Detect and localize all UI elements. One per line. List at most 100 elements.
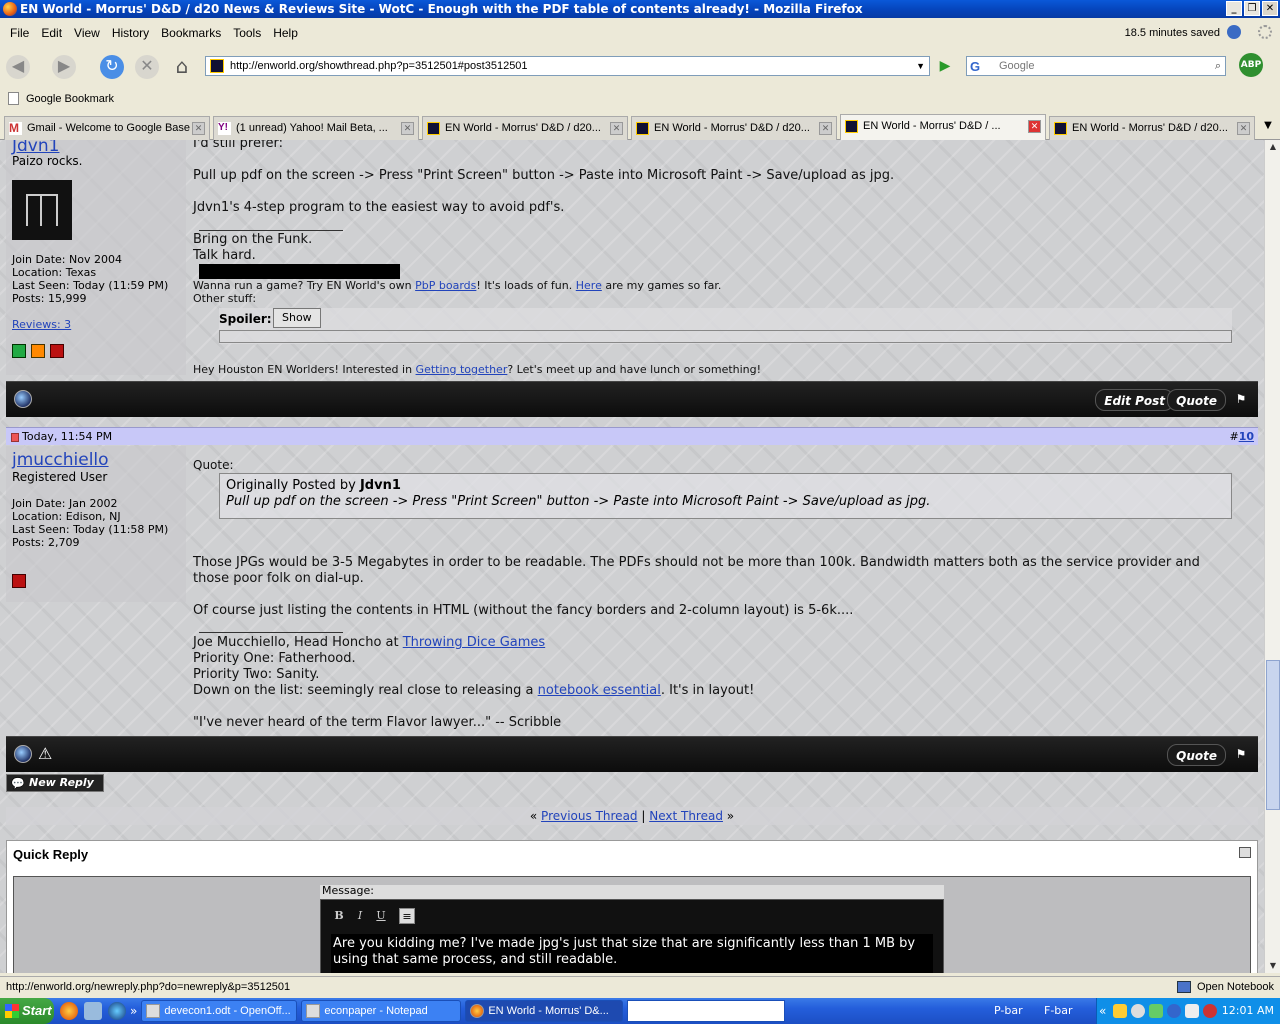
back-arrow-icon[interactable]: ◀ (6, 55, 30, 79)
post2-controls-bar: ⚠ Quote ⚑ (6, 736, 1258, 772)
pbp-boards-link[interactable]: PbP boards (415, 279, 476, 292)
close-tab-icon[interactable]: ✕ (401, 122, 414, 135)
post1-user-title: Paizo rocks. (12, 154, 83, 168)
tab-gmail[interactable]: M Gmail - Welcome to Google Base ✕ (4, 116, 210, 140)
enworld-icon (1054, 122, 1067, 135)
tab-enworld-active[interactable]: EN World - Morrus' D&D / ... ✕ (840, 114, 1046, 140)
tab-enworld-1[interactable]: EN World - Morrus' D&D / d20... ✕ (422, 116, 628, 140)
task-firefox[interactable]: EN World - Morrus' D&... (465, 1000, 624, 1022)
spoiler-show-button[interactable]: Show (273, 308, 321, 328)
go-arrow-icon[interactable]: ▶ (934, 56, 956, 76)
tray-expand-icon[interactable]: « (1099, 1004, 1106, 1018)
start-button[interactable]: Start (0, 998, 54, 1024)
search-input[interactable]: G Google ⌕ (966, 56, 1226, 76)
reload-icon[interactable]: ↻ (100, 55, 124, 79)
report-warning-icon[interactable]: ⚠ (38, 745, 56, 763)
vertical-scrollbar[interactable]: ▲ ▼ (1264, 140, 1280, 973)
scroll-up-icon[interactable]: ▲ (1266, 140, 1280, 154)
sig-line: Priority One: Fatherhood. (193, 651, 356, 666)
menu-history[interactable]: History (106, 26, 155, 40)
task-openoffice[interactable]: devecon1.odt - OpenOff... (141, 1000, 298, 1022)
italic-icon[interactable]: I (352, 908, 368, 924)
getting-together-link[interactable]: Getting together (416, 363, 508, 376)
close-tab-icon[interactable]: ✕ (1237, 122, 1250, 135)
url-bar[interactable]: http://enworld.org/showthread.php?p=3512… (205, 56, 930, 76)
taskbar-input[interactable] (627, 1000, 786, 1022)
restore-button[interactable]: ❐ (1244, 1, 1260, 16)
firefox-icon (3, 2, 17, 16)
menu-tools[interactable]: Tools (227, 26, 267, 40)
globe-icon[interactable] (14, 745, 32, 763)
tab-enworld-4[interactable]: EN World - Morrus' D&D / d20... ✕ (1049, 116, 1255, 140)
edit-post-button[interactable]: Edit Post (1095, 389, 1174, 411)
scroll-thumb[interactable] (1266, 660, 1280, 810)
menu-file[interactable]: File (4, 26, 35, 40)
task-notepad[interactable]: econpaper - Notepad (301, 1000, 462, 1022)
home-icon[interactable]: ⌂ (170, 55, 194, 79)
globe-icon[interactable] (14, 390, 32, 408)
app-quicklaunch-icon[interactable] (84, 1002, 102, 1020)
collapse-icon[interactable] (1239, 847, 1251, 858)
pbar-label[interactable]: P-bar (994, 998, 1023, 1024)
close-tab-icon[interactable]: ✕ (610, 122, 623, 135)
quicklaunch-more-icon[interactable]: » (130, 1004, 137, 1018)
next-thread-link[interactable]: Next Thread (649, 809, 723, 823)
menu-help[interactable]: Help (267, 26, 304, 40)
bold-icon[interactable]: B (331, 908, 347, 924)
google-icon[interactable]: G (970, 58, 980, 76)
tray-app-icon[interactable] (1113, 1004, 1127, 1018)
tray-app-icon[interactable] (1131, 1004, 1145, 1018)
timer-icon[interactable] (1227, 25, 1241, 39)
search-icon[interactable]: ⌕ (1215, 57, 1221, 75)
spoiler-content (219, 330, 1232, 343)
notebook-essential-link[interactable]: notebook essential (538, 683, 661, 698)
multiquote-icon[interactable]: ⚑ (1232, 745, 1250, 763)
tab-yahoo-mail[interactable]: Y! (1 unread) Yahoo! Mail Beta, ... ✕ (213, 116, 419, 140)
url-dropdown-icon[interactable]: ▼ (916, 57, 925, 75)
wysiwyg-toggle-icon[interactable]: ≡ (399, 908, 415, 924)
tray-network-icon[interactable] (1149, 1004, 1163, 1018)
sig-line: Joe Mucchiello, Head Honcho at Throwing … (193, 635, 754, 651)
quote-box: Originally Posted by Jdvn1 Pull up pdf o… (219, 473, 1232, 519)
menu-view[interactable]: View (68, 26, 106, 40)
post2-username[interactable]: jmucchiello (12, 450, 109, 470)
time-saved-label: 18.5 minutes saved (1124, 27, 1220, 39)
fbar-label[interactable]: F-bar (1044, 998, 1073, 1024)
here-link[interactable]: Here (576, 279, 602, 292)
close-window-button[interactable]: ✕ (1262, 1, 1278, 16)
quick-reply-inner: Message: B I U ≡ Are you kidding me? I'v… (13, 876, 1251, 973)
open-notebook-button[interactable]: Open Notebook (1175, 977, 1274, 997)
window-titlebar: EN World - Morrus' D&D / d20 News & Revi… (0, 0, 1280, 18)
close-tab-icon[interactable]: ✕ (819, 122, 832, 135)
post2-number-link[interactable]: 10 (1239, 430, 1254, 443)
scroll-down-icon[interactable]: ▼ (1266, 959, 1280, 973)
quote-button[interactable]: Quote (1167, 744, 1226, 766)
message-textarea[interactable]: Are you kidding me? I've made jpg's just… (331, 934, 933, 973)
close-tab-icon[interactable]: ✕ (1028, 120, 1041, 133)
stop-icon[interactable]: ✕ (135, 55, 159, 79)
close-tab-icon[interactable]: ✕ (192, 122, 205, 135)
firefox-quicklaunch-icon[interactable] (60, 1002, 78, 1020)
post1-reviews-link[interactable]: Reviews: 3 (12, 318, 71, 331)
post2-userbox: jmucchiello Registered User Join Date: J… (6, 446, 186, 602)
tab-enworld-2[interactable]: EN World - Morrus' D&D / d20... ✕ (631, 116, 837, 140)
menu-bookmarks[interactable]: Bookmarks (155, 26, 227, 40)
minimize-button[interactable]: _ (1226, 1, 1242, 16)
bookmark-google[interactable]: Google Bookmark (26, 93, 114, 105)
tray-volume-icon[interactable] (1185, 1004, 1199, 1018)
new-reply-button[interactable]: 💬 New Reply (6, 774, 104, 792)
tab-list-arrow-icon[interactable]: ▼ (1258, 114, 1278, 139)
tray-app-icon[interactable] (1167, 1004, 1181, 1018)
throwing-dice-link[interactable]: Throwing Dice Games (403, 635, 545, 650)
ie-quicklaunch-icon[interactable] (108, 1002, 126, 1020)
quote-button[interactable]: Quote (1167, 389, 1226, 411)
previous-thread-link[interactable]: Previous Thread (541, 809, 638, 823)
multiquote-icon[interactable]: ⚑ (1232, 390, 1250, 408)
clock[interactable]: 12:01 AM (1222, 998, 1274, 1024)
adblock-plus-icon[interactable]: ABP (1239, 53, 1263, 77)
tray-app-icon[interactable] (1203, 1004, 1217, 1018)
underline-icon[interactable]: U (373, 908, 389, 924)
forward-arrow-icon[interactable]: ▶ (52, 55, 76, 79)
menu-edit[interactable]: Edit (35, 26, 68, 40)
system-tray: « 12:01 AM (1096, 998, 1280, 1024)
